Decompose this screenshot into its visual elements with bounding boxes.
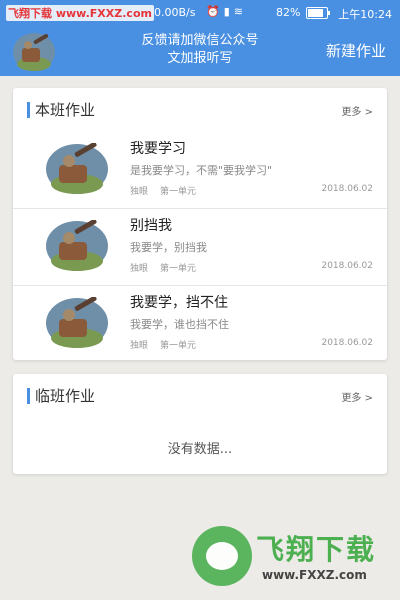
site-watermark: 飞翔下载 www.FXXZ.com [6, 5, 154, 21]
homework-author: 独眼 [130, 187, 149, 197]
status-icons: ⏰▮≋ [206, 5, 247, 18]
section-title: 临班作业 [35, 387, 96, 405]
homework-description: 我要学，谁也挡不住 [130, 318, 229, 331]
new-homework-button[interactable]: 新建作业 [326, 40, 386, 61]
signal-icon: ▮ [223, 5, 234, 18]
clock: 上午10:24 [338, 8, 392, 21]
homework-unit: 第一单元 [160, 264, 197, 274]
homework-date: 2018.06.02 [321, 261, 373, 271]
homework-unit: 第一单元 [160, 187, 197, 197]
feedback-notice: 反馈请加微信公众号 文加报听写 [100, 32, 300, 68]
logo-icon [192, 526, 252, 586]
battery-icon [306, 7, 330, 19]
section-title: 本班作业 [35, 101, 96, 119]
app-screen: 飞翔下载 www.FXXZ.com 0.00B/s ⏰▮≋ 82% 上午10:2… [0, 0, 400, 600]
section-accent-bar [27, 102, 30, 118]
homework-description: 我要学，别挡我 [130, 241, 207, 254]
watermark-logo: 飞翔下载 www.FXXZ.com [192, 524, 390, 590]
homework-meta: 独眼 第一单元 [130, 338, 196, 351]
homework-avatar [46, 297, 108, 348]
homework-title: 我要学习 [130, 141, 186, 157]
network-speed: 0.00B/s [154, 6, 196, 19]
homework-author: 独眼 [130, 264, 149, 274]
homework-date: 2018.06.02 [321, 338, 373, 348]
homework-item[interactable]: 我要学，挡不住 我要学，谁也挡不住 独眼 第一单元 2018.06.02 [13, 285, 387, 362]
homework-meta: 独眼 第一单元 [130, 261, 196, 274]
homework-avatar [46, 220, 108, 271]
wifi-icon: ≋ [233, 5, 247, 18]
alarm-icon: ⏰ [206, 5, 224, 18]
feedback-line-2: 文加报听写 [167, 51, 233, 66]
homework-author: 独眼 [130, 341, 149, 351]
battery-percent: 82% [276, 6, 301, 19]
homework-title: 我要学，挡不住 [130, 295, 228, 311]
watermark-url: www.FXXZ.com [262, 568, 367, 582]
homework-item[interactable]: 别挡我 我要学，别挡我 独眼 第一单元 2018.06.02 [13, 208, 387, 285]
feedback-line-1: 反馈请加微信公众号 [141, 33, 259, 48]
watermark-title: 飞翔下载 [256, 533, 377, 566]
homework-date: 2018.06.02 [321, 184, 373, 194]
homework-item[interactable]: 我要学习 是我要学习，不需"要我学习" 独眼 第一单元 2018.06.02 [13, 132, 387, 208]
homework-description: 是我要学习，不需"要我学习" [130, 164, 273, 177]
app-header: 反馈请加微信公众号 文加报听写 新建作业 [0, 26, 400, 76]
status-bar: 飞翔下载 www.FXXZ.com 0.00B/s ⏰▮≋ 82% 上午10:2… [0, 0, 400, 26]
user-avatar[interactable] [12, 32, 56, 72]
homework-unit: 第一单元 [160, 341, 197, 351]
card-header: 临班作业 更多 > [13, 374, 387, 418]
empty-state: 没有数据... [167, 442, 233, 457]
more-link[interactable]: 更多 > [341, 103, 373, 118]
homework-title: 别挡我 [130, 218, 172, 234]
more-link[interactable]: 更多 > [341, 389, 373, 404]
card-header: 本班作业 更多 > [13, 88, 387, 132]
section-accent-bar [27, 388, 30, 404]
other-class-homework-card: 临班作业 更多 > 没有数据... [13, 374, 387, 474]
homework-avatar [46, 143, 108, 194]
my-class-homework-card: 本班作业 更多 > 我要学习 是我要学习，不需"要我学习" 独眼 第一单元 201… [13, 88, 387, 360]
homework-meta: 独眼 第一单元 [130, 184, 196, 197]
